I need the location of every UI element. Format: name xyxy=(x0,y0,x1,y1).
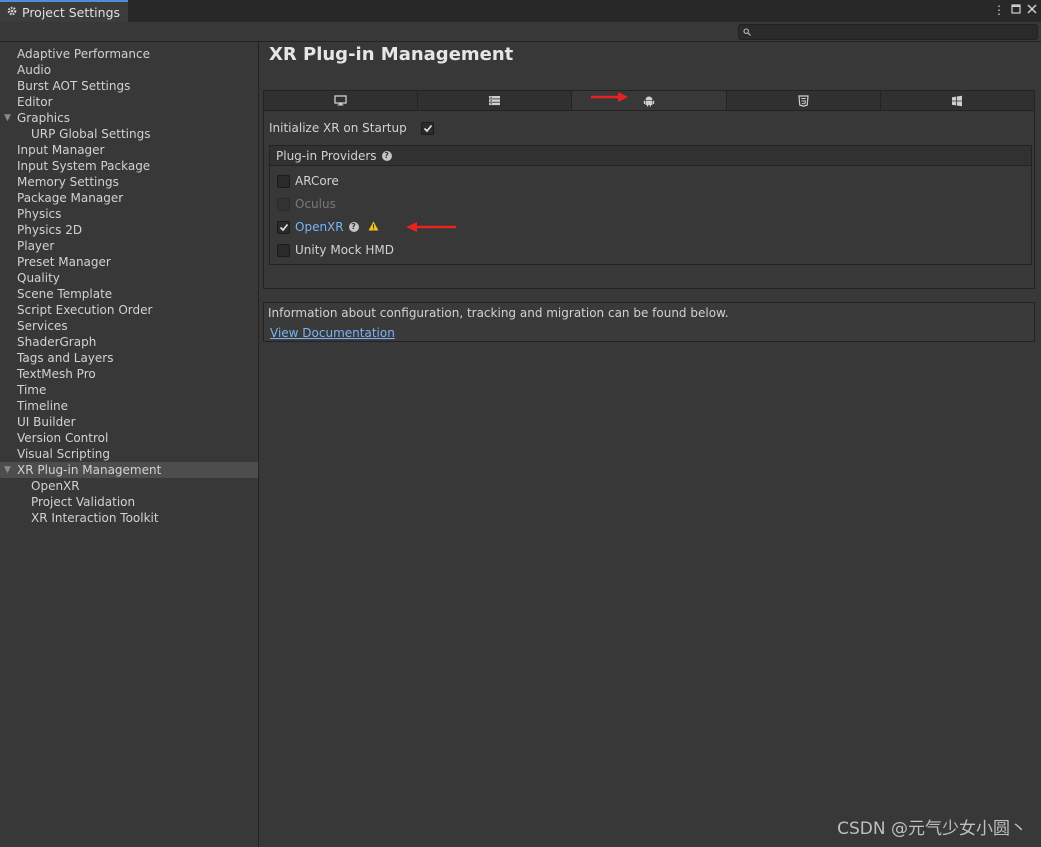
plugin-providers-title: Plug-in Providers xyxy=(276,148,377,163)
sidebar-item-visual-scripting[interactable]: Visual Scripting xyxy=(0,446,258,462)
settings-sidebar: Adaptive Performance Audio Burst AOT Set… xyxy=(0,42,259,847)
android-icon xyxy=(643,96,655,106)
unity-mock-hmd-checkbox[interactable] xyxy=(277,243,290,257)
window-tab-title: Project Settings xyxy=(22,4,121,20)
sidebar-item-scene-template[interactable]: Scene Template xyxy=(0,286,258,302)
sidebar-item-adaptive-performance[interactable]: Adaptive Performance xyxy=(0,46,258,62)
server-rack-icon xyxy=(489,96,501,106)
annotation-arrow-left xyxy=(406,222,456,232)
sidebar-item-script-execution-order[interactable]: Script Execution Order xyxy=(0,302,258,318)
search-row xyxy=(0,22,1041,42)
provider-row-unity-mock-hmd[interactable]: Unity Mock HMD xyxy=(277,242,394,258)
android-settings-panel: Initialize XR on Startup Plug-in Provide… xyxy=(263,111,1035,289)
close-icon[interactable] xyxy=(1027,3,1037,17)
windows-logo-icon xyxy=(952,95,963,106)
sidebar-item-project-validation[interactable]: Project Validation xyxy=(0,494,258,510)
sidebar-item-tags-and-layers[interactable]: Tags and Layers xyxy=(0,350,258,366)
sidebar-item-audio[interactable]: Audio xyxy=(0,62,258,78)
sidebar-item-openxr[interactable]: OpenXR xyxy=(0,478,258,494)
sidebar-item-input-manager[interactable]: Input Manager xyxy=(0,142,258,158)
sidebar-item-physics[interactable]: Physics xyxy=(0,206,258,222)
maximize-icon[interactable] xyxy=(1011,3,1021,17)
oculus-checkbox xyxy=(277,197,290,211)
tab-server[interactable] xyxy=(418,91,573,110)
help-icon[interactable]: ? xyxy=(348,222,359,232)
warning-icon[interactable] xyxy=(368,220,379,234)
sidebar-item-xr-interaction-toolkit[interactable]: XR Interaction Toolkit xyxy=(0,510,258,526)
provider-label: OpenXR xyxy=(295,220,344,234)
sidebar-item-version-control[interactable]: Version Control xyxy=(0,430,258,446)
html5-icon xyxy=(798,94,809,107)
help-icon[interactable]: ? xyxy=(381,150,392,161)
info-text: Information about configuration, trackin… xyxy=(268,306,729,320)
foldout-arrow-icon[interactable]: ▼ xyxy=(4,462,11,478)
annotation-arrow-right xyxy=(591,92,628,102)
search-input[interactable] xyxy=(738,24,1038,40)
page-title: XR Plug-in Management xyxy=(269,44,514,65)
provider-row-openxr[interactable]: OpenXR ? xyxy=(277,219,379,235)
sidebar-item-player[interactable]: Player xyxy=(0,238,258,254)
sidebar-item-package-manager[interactable]: Package Manager xyxy=(0,190,258,206)
sidebar-item-urp-global-settings[interactable]: URP Global Settings xyxy=(0,126,258,142)
sidebar-item-shadergraph[interactable]: ShaderGraph xyxy=(0,334,258,350)
arcore-checkbox[interactable] xyxy=(277,174,290,188)
sidebar-item-burst-aot-settings[interactable]: Burst AOT Settings xyxy=(0,78,258,94)
plugin-providers-header: Plug-in Providers ? xyxy=(270,146,1031,166)
sidebar-item-editor[interactable]: Editor xyxy=(0,94,258,110)
sidebar-item-physics-2d[interactable]: Physics 2D xyxy=(0,222,258,238)
initialize-xr-checkbox[interactable] xyxy=(421,121,434,135)
view-documentation-link[interactable]: View Documentation xyxy=(270,326,395,340)
sidebar-item-timeline[interactable]: Timeline xyxy=(0,398,258,414)
sidebar-item-preset-manager[interactable]: Preset Manager xyxy=(0,254,258,270)
sidebar-item-xr-plugin-management[interactable]: ▼ XR Plug-in Management xyxy=(0,462,258,478)
checkmark-icon xyxy=(279,223,288,231)
sidebar-item-time[interactable]: Time xyxy=(0,382,258,398)
tab-webgl[interactable] xyxy=(726,91,881,110)
platform-tab-bar xyxy=(263,90,1035,111)
sidebar-item-label: Graphics xyxy=(17,111,70,125)
sidebar-item-ui-builder[interactable]: UI Builder xyxy=(0,414,258,430)
tab-windows[interactable] xyxy=(880,91,1035,110)
window-titlebar: Project Settings ⋮ xyxy=(0,0,1041,23)
tab-desktop[interactable] xyxy=(264,91,419,110)
sidebar-item-input-system-package[interactable]: Input System Package xyxy=(0,158,258,174)
plugin-providers-group: Plug-in Providers ? ARCore Oculus OpenXR… xyxy=(269,145,1032,265)
provider-row-arcore[interactable]: ARCore xyxy=(277,173,339,189)
foldout-arrow-icon[interactable]: ▼ xyxy=(4,110,11,126)
initialize-xr-row: Initialize XR on Startup xyxy=(269,121,434,135)
search-icon xyxy=(743,28,751,36)
sidebar-item-graphics[interactable]: ▼ Graphics xyxy=(0,110,258,126)
kebab-menu-icon[interactable]: ⋮ xyxy=(993,3,1005,17)
desktop-monitor-icon xyxy=(334,95,347,106)
sidebar-item-label: XR Plug-in Management xyxy=(17,463,162,477)
provider-label: Unity Mock HMD xyxy=(295,243,395,257)
gear-icon xyxy=(6,5,18,20)
sidebar-item-textmesh-pro[interactable]: TextMesh Pro xyxy=(0,366,258,382)
project-settings-tab[interactable]: Project Settings xyxy=(0,0,128,22)
sidebar-item-services[interactable]: Services xyxy=(0,318,258,334)
openxr-checkbox[interactable] xyxy=(277,220,290,234)
sidebar-item-quality[interactable]: Quality xyxy=(0,270,258,286)
watermark: CSDN @元气少女小圆丶 xyxy=(837,819,1027,839)
checkmark-icon xyxy=(423,124,432,132)
initialize-xr-label: Initialize XR on Startup xyxy=(269,121,407,135)
info-box: Information about configuration, trackin… xyxy=(263,302,1035,342)
provider-label: Oculus xyxy=(295,197,336,211)
sidebar-item-memory-settings[interactable]: Memory Settings xyxy=(0,174,258,190)
main-panel: XR Plug-in Management Initialize XR on S… xyxy=(259,42,1041,847)
provider-label: ARCore xyxy=(295,174,339,188)
provider-row-oculus: Oculus xyxy=(277,196,336,212)
